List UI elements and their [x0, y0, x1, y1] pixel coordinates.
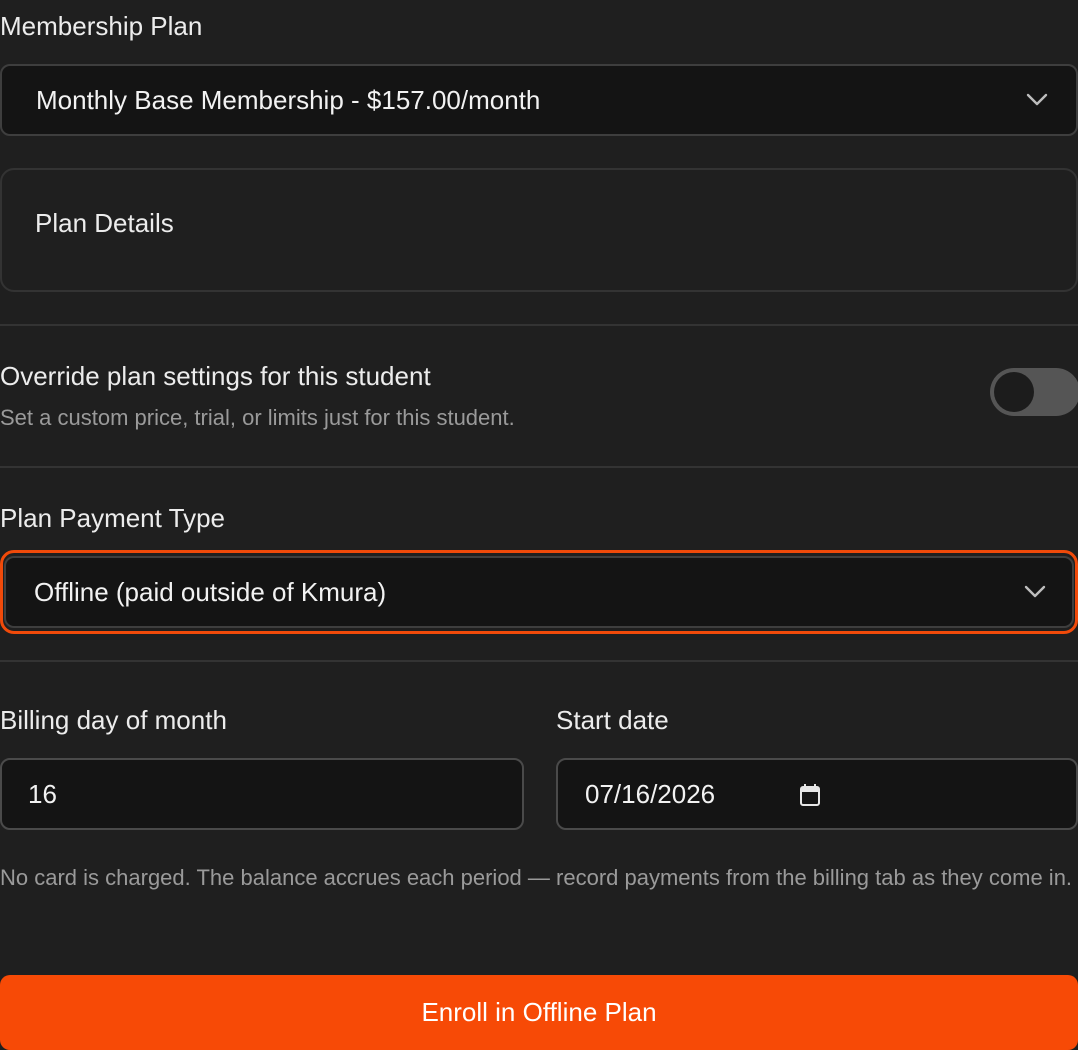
enroll-offline-plan-button[interactable]: Enroll in Offline Plan [0, 975, 1078, 1050]
membership-plan-label: Membership Plan [0, 11, 203, 41]
enroll-button-label: Enroll in Offline Plan [421, 997, 657, 1027]
membership-plan-value: Monthly Base Membership - $157.00/month [36, 84, 541, 115]
override-description: Set a custom price, trial, or limits jus… [0, 405, 515, 430]
start-date-input[interactable]: 07/16/2026 [556, 758, 1078, 830]
payment-type-label: Plan Payment Type [0, 503, 225, 533]
chevron-down-icon [1024, 585, 1046, 598]
plan-details-card: Plan Details [0, 168, 1078, 292]
payment-type-select[interactable]: Offline (paid outside of Kmura) [4, 556, 1074, 628]
divider [0, 324, 1078, 326]
offline-billing-note: No card is charged. The balance accrues … [0, 865, 1073, 890]
override-toggle[interactable] [990, 368, 1078, 416]
override-title: Override plan settings for this student [0, 361, 431, 391]
start-date-value: 07/16/2026 [585, 778, 716, 809]
membership-plan-select[interactable]: Monthly Base Membership - $157.00/month [0, 64, 1078, 136]
toggle-knob [994, 372, 1034, 412]
plan-details-title: Plan Details [35, 208, 174, 238]
payment-type-value: Offline (paid outside of Kmura) [34, 576, 387, 607]
divider [0, 466, 1078, 468]
billing-day-label: Billing day of month [0, 705, 227, 735]
billing-day-value: 16 [28, 778, 57, 809]
divider [0, 660, 1078, 662]
billing-day-input[interactable]: 16 [0, 758, 524, 830]
calendar-icon[interactable] [800, 784, 820, 806]
start-date-label: Start date [556, 705, 669, 735]
chevron-down-icon [1026, 93, 1048, 106]
